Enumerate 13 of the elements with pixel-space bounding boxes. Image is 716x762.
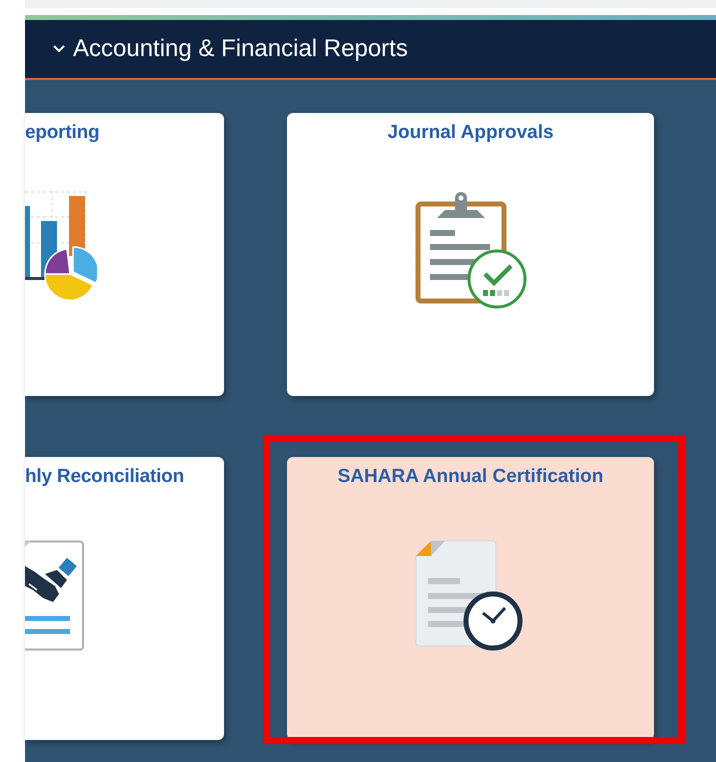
section-title: Accounting & Financial Reports (73, 35, 408, 63)
app-tile[interactable]: Journal Approvals (287, 113, 654, 396)
chevron-down-icon[interactable] (53, 45, 65, 53)
clipboard-check-icon (414, 192, 526, 310)
handshake-document-icon (25, 540, 85, 652)
app-tile[interactable]: eporting (25, 113, 224, 396)
app-tile[interactable]: hly Reconciliation (25, 457, 224, 740)
tile-title: SAHARA Annual Certification (338, 465, 604, 488)
app-tile[interactable]: SAHARA Annual Certification (287, 457, 654, 740)
tile-title: Journal Approvals (387, 121, 554, 144)
tile-title: hly Reconciliation (25, 465, 185, 488)
chart-icon (25, 191, 97, 301)
tile-title: eporting (25, 121, 100, 144)
